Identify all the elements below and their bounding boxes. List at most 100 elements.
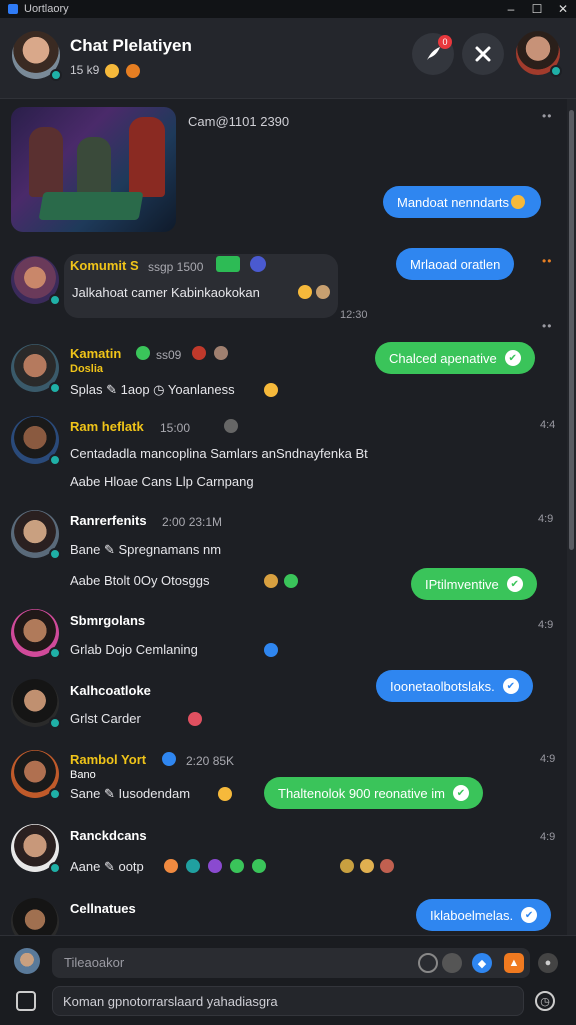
user-avatar[interactable] bbox=[14, 948, 40, 974]
microphone-icon[interactable]: ● bbox=[538, 953, 558, 973]
message-input[interactable]: Tileaoakor ◆ ▲ bbox=[52, 948, 530, 978]
sender-subtitle: Bano bbox=[70, 769, 96, 781]
outgoing-message[interactable]: Thaltenolok 900 reonative im ✔ bbox=[264, 777, 483, 809]
upload-icon[interactable]: ▲ bbox=[504, 953, 524, 973]
message-time: 4:9 bbox=[540, 831, 556, 843]
more-options-icon[interactable]: •• bbox=[542, 319, 552, 333]
emoji-icon bbox=[208, 859, 222, 873]
verified-badge-icon bbox=[49, 788, 61, 800]
verified-badge-icon bbox=[50, 69, 62, 81]
clock-icon[interactable]: ◷ bbox=[535, 991, 555, 1011]
message-time: 12:30 bbox=[340, 309, 368, 321]
read-receipt-icon: ✔ bbox=[506, 576, 523, 592]
avatar[interactable] bbox=[11, 609, 61, 659]
sender-name: Cellnatues bbox=[70, 901, 136, 916]
app-icon bbox=[8, 4, 18, 14]
emoji-icon bbox=[186, 859, 200, 873]
sender-name: Komumit S bbox=[70, 258, 139, 273]
outgoing-message[interactable]: Mandoat nenndarts bbox=[383, 186, 542, 218]
avatar[interactable] bbox=[11, 679, 61, 729]
chat-title: Chat Plelatiyen bbox=[70, 36, 192, 55]
sender-name: Kalhcoatloke bbox=[70, 683, 151, 698]
tools-icon bbox=[475, 46, 491, 62]
outgoing-message[interactable]: Ioonetaolbotslaks. ✔ bbox=[376, 670, 533, 702]
outgoing-message[interactable]: IPtilmventive ✔ bbox=[411, 568, 537, 600]
message-time: 4:9 bbox=[538, 619, 554, 631]
verified-badge-icon bbox=[49, 548, 61, 560]
message-meta: ss09 bbox=[156, 348, 182, 362]
image-caption: Cam@1101 2390 bbox=[188, 114, 290, 129]
sender-name: Rambol Yort bbox=[70, 752, 147, 767]
emoji-icon bbox=[164, 859, 178, 873]
emoji-icon bbox=[511, 195, 526, 209]
avatar[interactable] bbox=[11, 510, 61, 560]
more-options-icon[interactable]: •• bbox=[542, 109, 552, 123]
message-text-secondary: Aabe Btolt 0Oy Otosggs bbox=[70, 573, 210, 588]
avatar[interactable] bbox=[11, 416, 61, 466]
profile-avatar[interactable] bbox=[516, 31, 562, 77]
draft-text: Koman gpnotorrarslaard yahadiasgra bbox=[63, 994, 278, 1009]
avatar[interactable] bbox=[11, 898, 59, 935]
emoji-icon bbox=[136, 346, 150, 360]
read-receipt-icon: ✔ bbox=[452, 785, 469, 801]
sender-name: Kamatin bbox=[70, 346, 122, 361]
emoji-icon bbox=[126, 63, 141, 78]
sender-name: Ram heflatk bbox=[70, 419, 144, 434]
avatar[interactable] bbox=[11, 344, 61, 394]
read-receipt-icon: ✔ bbox=[521, 907, 538, 923]
emoji-icon bbox=[224, 419, 238, 433]
emoji-icon bbox=[264, 574, 278, 588]
emoji-icon bbox=[230, 859, 244, 873]
message-time: 4:9 bbox=[540, 753, 556, 765]
emoji-icon bbox=[360, 859, 374, 873]
emoji-icon bbox=[214, 346, 228, 360]
verified-badge-icon bbox=[49, 294, 61, 306]
draft-input[interactable]: Koman gpnotorrarslaard yahadiasgra bbox=[52, 986, 524, 1016]
message-text: Aane ✎ ootp bbox=[70, 859, 144, 874]
emoji-icon bbox=[162, 752, 176, 766]
new-chat-button[interactable]: 0 bbox=[412, 33, 454, 75]
emoji-icon bbox=[298, 285, 312, 299]
keyboard-icon[interactable] bbox=[16, 991, 36, 1011]
shared-image[interactable] bbox=[11, 107, 176, 232]
sender-subtitle: Doslia bbox=[70, 363, 104, 375]
group-avatar[interactable] bbox=[12, 31, 62, 81]
message-time: 4:4 bbox=[540, 419, 556, 431]
message-list: Cam@1101 2390 •• Mandoat nenndarts Komum… bbox=[0, 99, 566, 935]
reaction-icon bbox=[250, 256, 266, 272]
close-button[interactable]: ✕ bbox=[550, 2, 576, 16]
emoji-icon bbox=[340, 859, 354, 873]
message-meta: ssgp 1500 bbox=[148, 260, 204, 274]
sticker-icon[interactable] bbox=[442, 953, 462, 973]
maximize-button[interactable]: ☐ bbox=[524, 2, 550, 16]
timer-icon[interactable] bbox=[418, 953, 438, 973]
read-receipt-icon: ✔ bbox=[502, 678, 519, 694]
avatar[interactable] bbox=[11, 256, 61, 306]
message-meta: 2:00 23:1M bbox=[162, 515, 223, 529]
emoji-icon bbox=[380, 859, 394, 873]
minimize-button[interactable]: – bbox=[498, 2, 524, 16]
drop-icon[interactable]: ◆ bbox=[472, 953, 492, 973]
avatar[interactable] bbox=[11, 824, 61, 874]
outgoing-message[interactable]: Chalced apenative ✔ bbox=[375, 342, 535, 374]
outgoing-message[interactable]: Iklaboelmelas. ✔ bbox=[416, 899, 552, 931]
message-text-secondary: Aabe Hloae Cans Llp Carnpang bbox=[70, 474, 254, 489]
verified-badge-icon bbox=[49, 717, 61, 729]
tools-button[interactable] bbox=[462, 33, 504, 75]
message-meta: 15:00 bbox=[160, 421, 191, 435]
emoji-icon bbox=[264, 383, 278, 397]
emoji-icon bbox=[188, 712, 202, 726]
message-meta: 2:20 85K bbox=[186, 754, 235, 768]
sender-name: Ranckdcans bbox=[70, 828, 147, 843]
sender-name: Sbmrgolans bbox=[70, 613, 146, 628]
emoji-icon bbox=[264, 643, 278, 657]
emoji-icon bbox=[284, 574, 298, 588]
scrollbar-thumb[interactable] bbox=[569, 110, 574, 550]
message-text: Sane ✎ Iusodendam bbox=[70, 786, 191, 801]
verified-badge-icon bbox=[550, 65, 562, 77]
avatar[interactable] bbox=[11, 750, 61, 800]
more-options-icon[interactable]: •• bbox=[542, 254, 552, 268]
outgoing-message[interactable]: Mrlaoad oratlen bbox=[396, 248, 515, 280]
message-text: Grlab Dojo Cemlaning bbox=[70, 642, 198, 657]
sticker-icon bbox=[216, 256, 240, 272]
